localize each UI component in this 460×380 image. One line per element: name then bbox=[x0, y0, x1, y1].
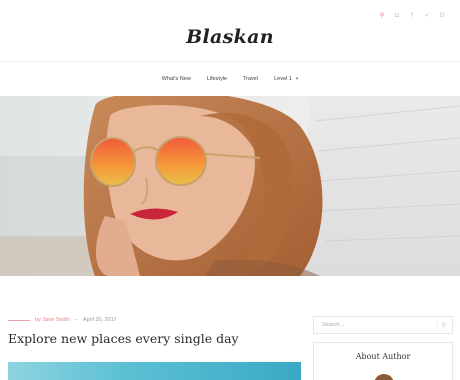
site-header: Blaskan ⚲ ◘ f ✓ G bbox=[0, 0, 460, 62]
post-thumbnail[interactable] bbox=[8, 362, 301, 380]
nav-item-level-1[interactable]: Level 1 ▾ bbox=[274, 76, 298, 82]
post-title[interactable]: Explore new places every single day bbox=[8, 331, 239, 346]
hero-image[interactable] bbox=[0, 96, 460, 276]
main-nav: What's New Lifestyle Travel Level 1 ▾ bbox=[0, 62, 460, 96]
search-icon[interactable]: ⚲ bbox=[436, 321, 446, 329]
post-meta: by Jane Smith – April 20, 2017 bbox=[8, 317, 117, 323]
nav-item-lifestyle[interactable]: Lifestyle bbox=[207, 76, 227, 82]
post-date: April 20, 2017 bbox=[82, 317, 117, 323]
search-input[interactable] bbox=[322, 322, 422, 328]
avatar bbox=[374, 374, 394, 380]
nav-item-travel[interactable]: Travel bbox=[243, 76, 258, 82]
widget-title: About Author bbox=[355, 352, 411, 361]
instagram-icon[interactable]: ◘ bbox=[393, 12, 401, 20]
google-plus-icon[interactable]: G bbox=[438, 12, 446, 20]
facebook-icon[interactable]: f bbox=[408, 12, 416, 20]
post-author[interactable]: by Jane Smith bbox=[35, 317, 70, 323]
twitter-icon[interactable]: ✓ bbox=[423, 12, 431, 20]
meta-divider bbox=[8, 319, 30, 321]
about-author-widget: About Author bbox=[313, 342, 453, 380]
search-icon[interactable]: ⚲ bbox=[378, 12, 386, 20]
site-logo[interactable]: Blaskan bbox=[0, 26, 460, 48]
sidebar-search: ⚲ bbox=[313, 316, 453, 334]
hero-illustration bbox=[0, 96, 460, 276]
meta-separator: – bbox=[74, 317, 78, 323]
nav-item-whats-new[interactable]: What's New bbox=[162, 76, 191, 82]
chevron-down-icon: ▾ bbox=[295, 76, 299, 82]
social-icons: ⚲ ◘ f ✓ G bbox=[378, 12, 446, 20]
nav-item-level-1-label: Level 1 bbox=[274, 76, 292, 82]
